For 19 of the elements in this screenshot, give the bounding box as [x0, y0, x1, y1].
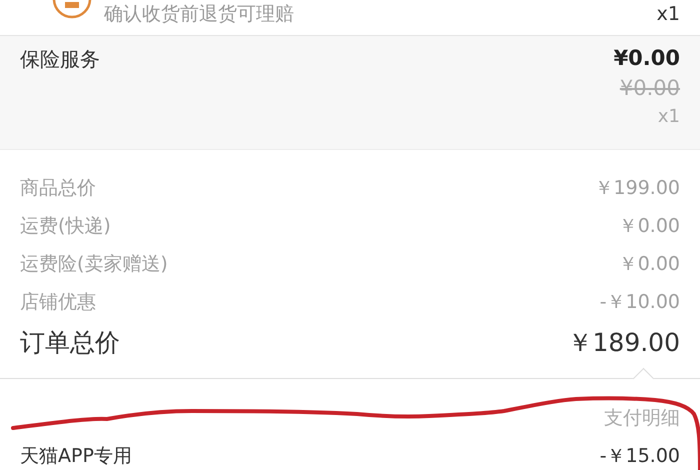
fee-amount: -￥10.00	[600, 290, 680, 315]
fee-amount: ￥0.00	[618, 252, 680, 277]
fee-label: 商品总价	[20, 176, 96, 201]
total-amount: ￥189.00	[568, 327, 680, 359]
fee-amount: ￥0.00	[618, 214, 680, 239]
quantity-label: x1	[658, 106, 680, 127]
fee-label: 运费(快递)	[20, 214, 111, 239]
price-label: ¥0.00	[614, 46, 680, 70]
fee-label: 运费险(卖家赠送)	[20, 252, 168, 277]
total-label: 订单总价	[20, 327, 120, 359]
insurance-label: 保险服务	[20, 46, 100, 73]
original-price-label: ¥0.00	[620, 76, 680, 100]
discount-amount: -￥15.00	[600, 444, 680, 469]
fee-label: 店铺优惠	[20, 290, 96, 315]
quantity-label: x1	[656, 2, 680, 25]
payment-details-toggle[interactable]: 支付明细	[604, 405, 680, 431]
fee-amount: ￥199.00	[594, 176, 680, 201]
service-note: 确认收货前退货可理赔	[104, 2, 295, 27]
discount-label: 天猫APP专用	[20, 444, 132, 469]
